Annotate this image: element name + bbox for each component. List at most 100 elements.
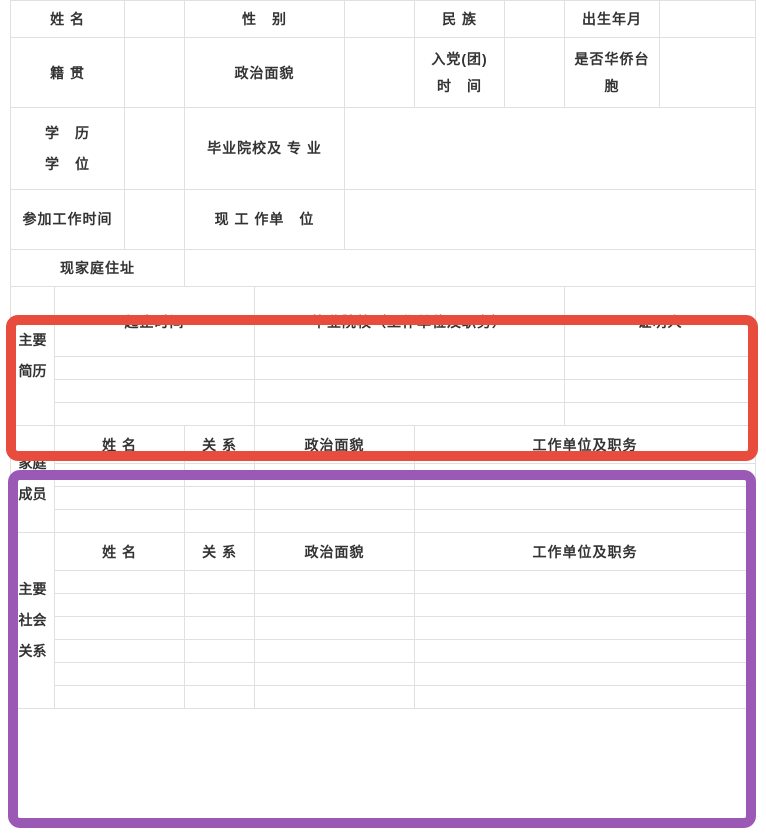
- label-gender: 性 别: [185, 1, 345, 38]
- social-name-4: [55, 640, 185, 663]
- label-party-date: 入党(团) 时 间: [415, 38, 505, 108]
- social-political-2: [255, 594, 415, 617]
- label-resume-period: 起止时间: [55, 287, 255, 357]
- value-address: [185, 250, 756, 287]
- label-ethnicity: 民 族: [415, 1, 505, 38]
- social-unit-3: [415, 617, 756, 640]
- resume-witness-2: [565, 380, 756, 403]
- label-social-political: 政治面貌: [255, 533, 415, 571]
- row-social-header: 主要社会关系 姓 名 关 系 政治面貌 工作单位及职务: [11, 533, 756, 571]
- label-social-relation: 关 系: [185, 533, 255, 571]
- row-work: 参加工作时间 现 工 作单 位: [11, 190, 756, 250]
- value-overseas: [660, 38, 756, 108]
- social-relation-6: [185, 686, 255, 709]
- resume-period-1: [55, 357, 255, 380]
- social-political-6: [255, 686, 415, 709]
- row-resume-header: 主要简历 起止时间 毕业院校（工作单位及职务） 证明人: [11, 287, 756, 357]
- resume-period-3: [55, 403, 255, 426]
- resume-unit-3: [255, 403, 565, 426]
- label-native-place: 籍 贯: [11, 38, 125, 108]
- social-name-3: [55, 617, 185, 640]
- social-unit-6: [415, 686, 756, 709]
- family-political-2: [255, 487, 415, 510]
- family-relation-1: [185, 464, 255, 487]
- label-work-start: 参加工作时间: [11, 190, 125, 250]
- family-unit-3: [415, 510, 756, 533]
- value-birth: [660, 1, 756, 38]
- resume-period-2: [55, 380, 255, 403]
- label-family-name: 姓 名: [55, 426, 185, 464]
- label-address: 现家庭住址: [11, 250, 185, 287]
- value-work-start: [125, 190, 185, 250]
- value-education: [125, 108, 185, 190]
- family-relation-3: [185, 510, 255, 533]
- family-unit-1: [415, 464, 756, 487]
- row-basic-1: 姓 名 性 别 民 族 出生年月: [11, 1, 756, 38]
- family-relation-2: [185, 487, 255, 510]
- social-name-2: [55, 594, 185, 617]
- value-school: [345, 108, 756, 190]
- social-political-1: [255, 571, 415, 594]
- social-name-1: [55, 571, 185, 594]
- social-unit-1: [415, 571, 756, 594]
- social-political-4: [255, 640, 415, 663]
- family-unit-2: [415, 487, 756, 510]
- row-family-2: [11, 487, 756, 510]
- label-family-political: 政治面貌: [255, 426, 415, 464]
- value-ethnicity: [505, 1, 565, 38]
- label-birth: 出生年月: [565, 1, 660, 38]
- label-current-unit: 现 工 作单 位: [185, 190, 345, 250]
- value-native-place: [125, 38, 185, 108]
- family-name-2: [55, 487, 185, 510]
- label-family-relation: 关 系: [185, 426, 255, 464]
- social-relation-5: [185, 663, 255, 686]
- family-name-3: [55, 510, 185, 533]
- value-gender: [345, 1, 415, 38]
- label-name: 姓 名: [11, 1, 125, 38]
- row-basic-2: 籍 贯 政治面貌 入党(团) 时 间 是否华侨台胞: [11, 38, 756, 108]
- resume-unit-1: [255, 357, 565, 380]
- row-social-3: [11, 617, 756, 640]
- label-education: 学 历 学 位: [11, 108, 125, 190]
- label-family-side: 家庭成员: [11, 426, 55, 533]
- row-resume-1: [11, 357, 756, 380]
- row-social-6: [11, 686, 756, 709]
- social-political-3: [255, 617, 415, 640]
- label-social-side: 主要社会关系: [11, 533, 55, 709]
- social-relation-1: [185, 571, 255, 594]
- family-political-1: [255, 464, 415, 487]
- resume-unit-2: [255, 380, 565, 403]
- personnel-form-table: 姓 名 性 别 民 族 出生年月 籍 贯 政治面貌 入党(团) 时 间 是否华侨…: [10, 0, 756, 709]
- value-name: [125, 1, 185, 38]
- social-unit-4: [415, 640, 756, 663]
- label-school: 毕业院校及 专 业: [185, 108, 345, 190]
- row-family-1: [11, 464, 756, 487]
- label-resume-unit: 毕业院校（工作单位及职务）: [255, 287, 565, 357]
- label-political: 政治面貌: [185, 38, 345, 108]
- social-political-5: [255, 663, 415, 686]
- social-relation-4: [185, 640, 255, 663]
- social-name-5: [55, 663, 185, 686]
- row-education: 学 历 学 位 毕业院校及 专 业: [11, 108, 756, 190]
- row-social-2: [11, 594, 756, 617]
- label-social-unit: 工作单位及职务: [415, 533, 756, 571]
- social-unit-5: [415, 663, 756, 686]
- social-name-6: [55, 686, 185, 709]
- row-social-5: [11, 663, 756, 686]
- row-resume-2: [11, 380, 756, 403]
- label-resume-side: 主要简历: [11, 287, 55, 426]
- value-current-unit: [345, 190, 756, 250]
- label-social-name: 姓 名: [55, 533, 185, 571]
- social-unit-2: [415, 594, 756, 617]
- social-relation-2: [185, 594, 255, 617]
- family-political-3: [255, 510, 415, 533]
- row-family-3: [11, 510, 756, 533]
- row-resume-3: [11, 403, 756, 426]
- social-relation-3: [185, 617, 255, 640]
- row-social-1: [11, 571, 756, 594]
- label-resume-witness: 证明人: [565, 287, 756, 357]
- row-address: 现家庭住址: [11, 250, 756, 287]
- label-overseas: 是否华侨台胞: [565, 38, 660, 108]
- label-family-unit: 工作单位及职务: [415, 426, 756, 464]
- resume-witness-1: [565, 357, 756, 380]
